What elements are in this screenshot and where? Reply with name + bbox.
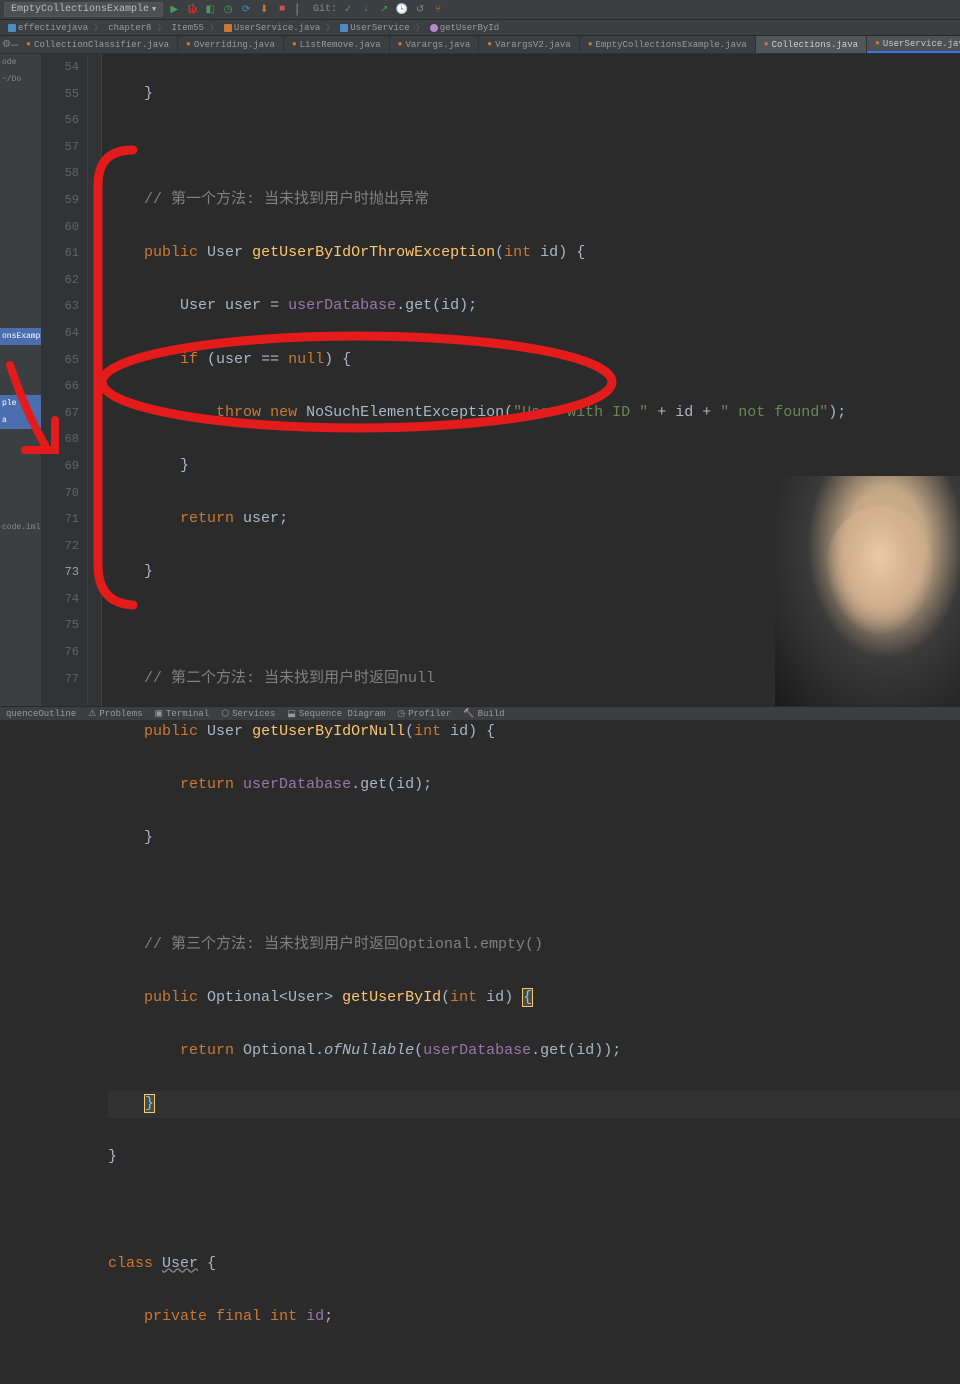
main-toolbar: EmptyCollectionsExample▼ ▶ 🐞 ◧ ◷ ⟳ ⬇ ■ |… xyxy=(0,0,960,20)
separator: | xyxy=(293,2,301,17)
tool-seqoutline[interactable]: quenceOutline xyxy=(6,709,76,719)
tab-listremove[interactable]: ●ListRemove.java xyxy=(284,36,390,53)
code-line: } xyxy=(108,1091,960,1118)
code-line: // 第一个方法: 当未找到用户时抛出异常 xyxy=(108,187,960,214)
side-ple[interactable]: ple xyxy=(0,395,41,412)
tab-overriding[interactable]: ●Overriding.java xyxy=(178,36,284,53)
line-gutter[interactable]: 5455565758596061626364656667686970717273… xyxy=(42,54,88,706)
code-line: } xyxy=(108,1144,960,1171)
code-line xyxy=(108,134,960,161)
crumb-file[interactable]: UserService.java xyxy=(220,23,324,33)
project-side-panel[interactable]: ode ~/Do onsExamp ple a code.iml xyxy=(0,54,42,706)
crumb-item[interactable]: Item55 xyxy=(167,23,207,33)
run-icon[interactable]: ▶ xyxy=(167,3,181,17)
code-line: return userDatabase.get(id); xyxy=(108,772,960,799)
profile-icon[interactable]: ◷ xyxy=(221,3,235,17)
gear-icon[interactable]: ⚙ xyxy=(2,36,11,53)
code-line: } xyxy=(108,81,960,108)
side-node: ode xyxy=(0,54,41,71)
git-branch-icon[interactable]: ⑂ xyxy=(431,3,445,17)
git-update-icon[interactable]: ↓ xyxy=(359,3,373,17)
code-line: class User { xyxy=(108,1251,960,1278)
code-line: public User getUserByIdOrNull(int id) { xyxy=(108,719,960,746)
tab-collections[interactable]: ●Collections.java xyxy=(756,36,867,53)
crumb-chapter[interactable]: chapter8 xyxy=(104,23,155,33)
crumb-class[interactable]: UserService xyxy=(336,23,413,33)
code-line xyxy=(108,878,960,905)
code-line: User user = userDatabase.get(id); xyxy=(108,293,960,320)
code-line: } xyxy=(108,825,960,852)
code-line: // 第三个方法: 当未找到用户时返回Optional.empty() xyxy=(108,932,960,959)
tab-userservice[interactable]: ●UserService.java xyxy=(867,36,960,53)
tab-varargsv2[interactable]: ●VarargsV2.java xyxy=(479,36,579,53)
breadcrumb-bar: effectivejava〉 chapter8〉 Item55〉 UserSer… xyxy=(0,20,960,36)
collapse-icon[interactable]: — xyxy=(11,36,18,53)
code-line: public User getUserByIdOrThrowException(… xyxy=(108,240,960,267)
run-config-dropdown[interactable]: EmptyCollectionsExample▼ xyxy=(4,2,163,17)
git-history-icon[interactable]: 🕓 xyxy=(395,3,409,17)
git-commit-icon[interactable]: ✓ xyxy=(341,3,355,17)
editor-tabs: ⚙ — ●CollectionClassifier.java ●Overridi… xyxy=(0,36,960,54)
side-iml: code.iml xyxy=(0,519,41,536)
crumb-method[interactable]: getUserById xyxy=(426,23,503,33)
code-line: public Optional<User> getUserById(int id… xyxy=(108,985,960,1012)
code-line: if (user == null) { xyxy=(108,347,960,374)
crumb-project[interactable]: effectivejava xyxy=(4,23,92,33)
git-push-icon[interactable]: ↗ xyxy=(377,3,391,17)
tab-collectionclassifier[interactable]: ●CollectionClassifier.java xyxy=(18,36,178,53)
side-a[interactable]: a xyxy=(0,412,41,429)
git-rollback-icon[interactable]: ↺ xyxy=(413,3,427,17)
play-icon[interactable]: ⟳ xyxy=(239,3,253,17)
stop-icon[interactable]: ■ xyxy=(275,3,289,17)
debug-icon[interactable]: 🐞 xyxy=(185,3,199,17)
tab-varargs[interactable]: ●Varargs.java xyxy=(390,36,480,53)
code-line: throw new NoSuchElementException("User w… xyxy=(108,400,960,427)
code-line xyxy=(108,1198,960,1225)
git-label: Git: xyxy=(313,4,337,15)
code-line: return Optional.ofNullable(userDatabase.… xyxy=(108,1038,960,1065)
fold-gutter[interactable] xyxy=(88,54,102,706)
side-path: ~/Do xyxy=(0,71,41,88)
tab-emptycollections[interactable]: ●EmptyCollectionsExample.java xyxy=(580,36,756,53)
side-examp[interactable]: onsExamp xyxy=(0,328,41,345)
webcam-overlay xyxy=(775,476,960,706)
coverage-icon[interactable]: ◧ xyxy=(203,3,217,17)
attach-icon[interactable]: ⬇ xyxy=(257,3,271,17)
code-line: private final int id; xyxy=(108,1304,960,1331)
